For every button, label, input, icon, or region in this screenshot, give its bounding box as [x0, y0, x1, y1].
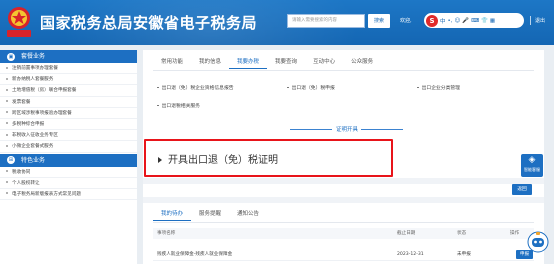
welcome-text: 欢迎,: [400, 18, 412, 24]
divider: [153, 222, 534, 223]
sidebar-item[interactable]: 新办纳税人套餐服务: [0, 74, 137, 86]
search-button[interactable]: 搜索: [368, 14, 390, 28]
tab-interaction[interactable]: 互动中心: [305, 55, 343, 69]
sidebar-section-special[interactable]: ⊞ 特色业务: [0, 153, 137, 167]
table-header: 事项名称 截止日期 状态 操作: [153, 228, 534, 239]
sidebar: ▣ 套餐业务 注销前置事项办理套餐 新办纳税人套餐服务 土地增值税（房）联合申报…: [0, 50, 137, 264]
header-bar: 国家税务总局安徽省电子税务局 请输入需要搜索的内容 搜索 欢迎, S 中 •, …: [0, 0, 554, 45]
tab-public-service[interactable]: 公众服务: [343, 55, 381, 69]
link-qualification-report[interactable]: 出口退（免）税企业资格信息报告: [157, 84, 234, 91]
chinese-input-icon[interactable]: 中: [440, 17, 446, 25]
site-title: 国家税务总局安徽省电子税务局: [40, 14, 258, 32]
sidebar-section-title: 套餐业务: [21, 53, 46, 60]
sidebar-item[interactable]: 非税收入征收业务专区: [0, 130, 137, 142]
tab-do-tax[interactable]: 我要办税: [229, 55, 268, 69]
link-classification[interactable]: 出口企业分类管理: [417, 84, 460, 91]
sidebar-section-title: 特色业务: [21, 156, 46, 164]
package-icon: ▣: [7, 52, 15, 61]
tab-service-reminder[interactable]: 服务提醒: [191, 208, 229, 221]
main-panel: 常用功能 我的信息 我要办税 我要查询 互动中心 公众服务 出口退（免）税企业资…: [143, 50, 544, 264]
sidebar-item[interactable]: 税收协同: [0, 167, 137, 178]
section-certificate: 证明开具: [143, 124, 544, 134]
grid-icon[interactable]: ▦: [490, 18, 495, 24]
robot-assistant-icon[interactable]: [527, 230, 549, 254]
section-title: 证明开具: [336, 127, 359, 133]
back-button[interactable]: 返回: [512, 184, 532, 195]
sidebar-item[interactable]: 小微企业套餐式服务: [0, 141, 137, 153]
caret-right-icon: [158, 157, 162, 163]
sidebar-item[interactable]: 多税种综合申报: [0, 119, 137, 131]
tab-my-todo[interactable]: 我的待办: [153, 208, 192, 221]
tab-notice[interactable]: 通知公告: [229, 208, 267, 221]
sogou-icon: S: [426, 14, 438, 27]
sidebar-item[interactable]: 土地增值税（房）联合申报套餐: [0, 85, 137, 97]
sidebar-item[interactable]: 个人股权转让: [0, 178, 137, 189]
divider: [143, 197, 544, 203]
divider: [143, 178, 544, 184]
sidebar-item[interactable]: 注销前置事项办理套餐: [0, 63, 137, 75]
main-tabs: 常用功能 我的信息 我要办税 我要查询 互动中心 公众服务: [153, 55, 381, 69]
chat-icon: ◈: [528, 155, 536, 165]
emoji-icon[interactable]: ☺: [455, 18, 461, 24]
logout-link[interactable]: 退出: [535, 17, 545, 24]
tax-emblem-icon: [7, 7, 31, 37]
todo-tabs: 我的待办 服务提醒 通知公告: [153, 208, 267, 221]
table-row: 残疾人就业保障金-残疾人就业保障金 2023-12-31 未申报 申报: [153, 249, 534, 261]
grid-icon: ⊞: [7, 156, 15, 164]
issue-certificate-link[interactable]: 开具出口退（免）税证明: [158, 151, 278, 166]
divider: [153, 70, 534, 71]
divider: [530, 16, 531, 25]
tab-common[interactable]: 常用功能: [153, 55, 191, 69]
toolbar-pill[interactable]: S 中 •, ☺ 🎤 ⌨ 👕 ▦: [424, 13, 524, 28]
link-related-services[interactable]: 出口退税相关服务: [157, 102, 200, 109]
keyboard-icon[interactable]: ⌨: [471, 18, 479, 24]
sidebar-item[interactable]: 跨区域涉税事项报验办理套餐: [0, 108, 137, 119]
tab-my-info[interactable]: 我的信息: [191, 55, 229, 69]
sidebar-item[interactable]: 发票套餐: [0, 97, 137, 108]
link-export-declaration[interactable]: 出口退（免）税申报: [287, 84, 335, 91]
smart-service-button[interactable]: ◈ 智能客服: [521, 154, 543, 177]
sidebar-item[interactable]: 电子税务局新版报表方式常见问题: [0, 189, 137, 201]
search-input[interactable]: 请输入需要搜索的内容: [287, 14, 365, 28]
tab-query[interactable]: 我要查询: [267, 55, 305, 69]
punctuation-icon[interactable]: •,: [448, 18, 453, 24]
microphone-icon[interactable]: 🎤: [462, 18, 469, 24]
highlight-box[interactable]: 开具出口退（免）税证明: [144, 139, 393, 177]
skin-icon[interactable]: 👕: [481, 18, 488, 24]
sidebar-section-package[interactable]: ▣ 套餐业务: [0, 50, 137, 63]
